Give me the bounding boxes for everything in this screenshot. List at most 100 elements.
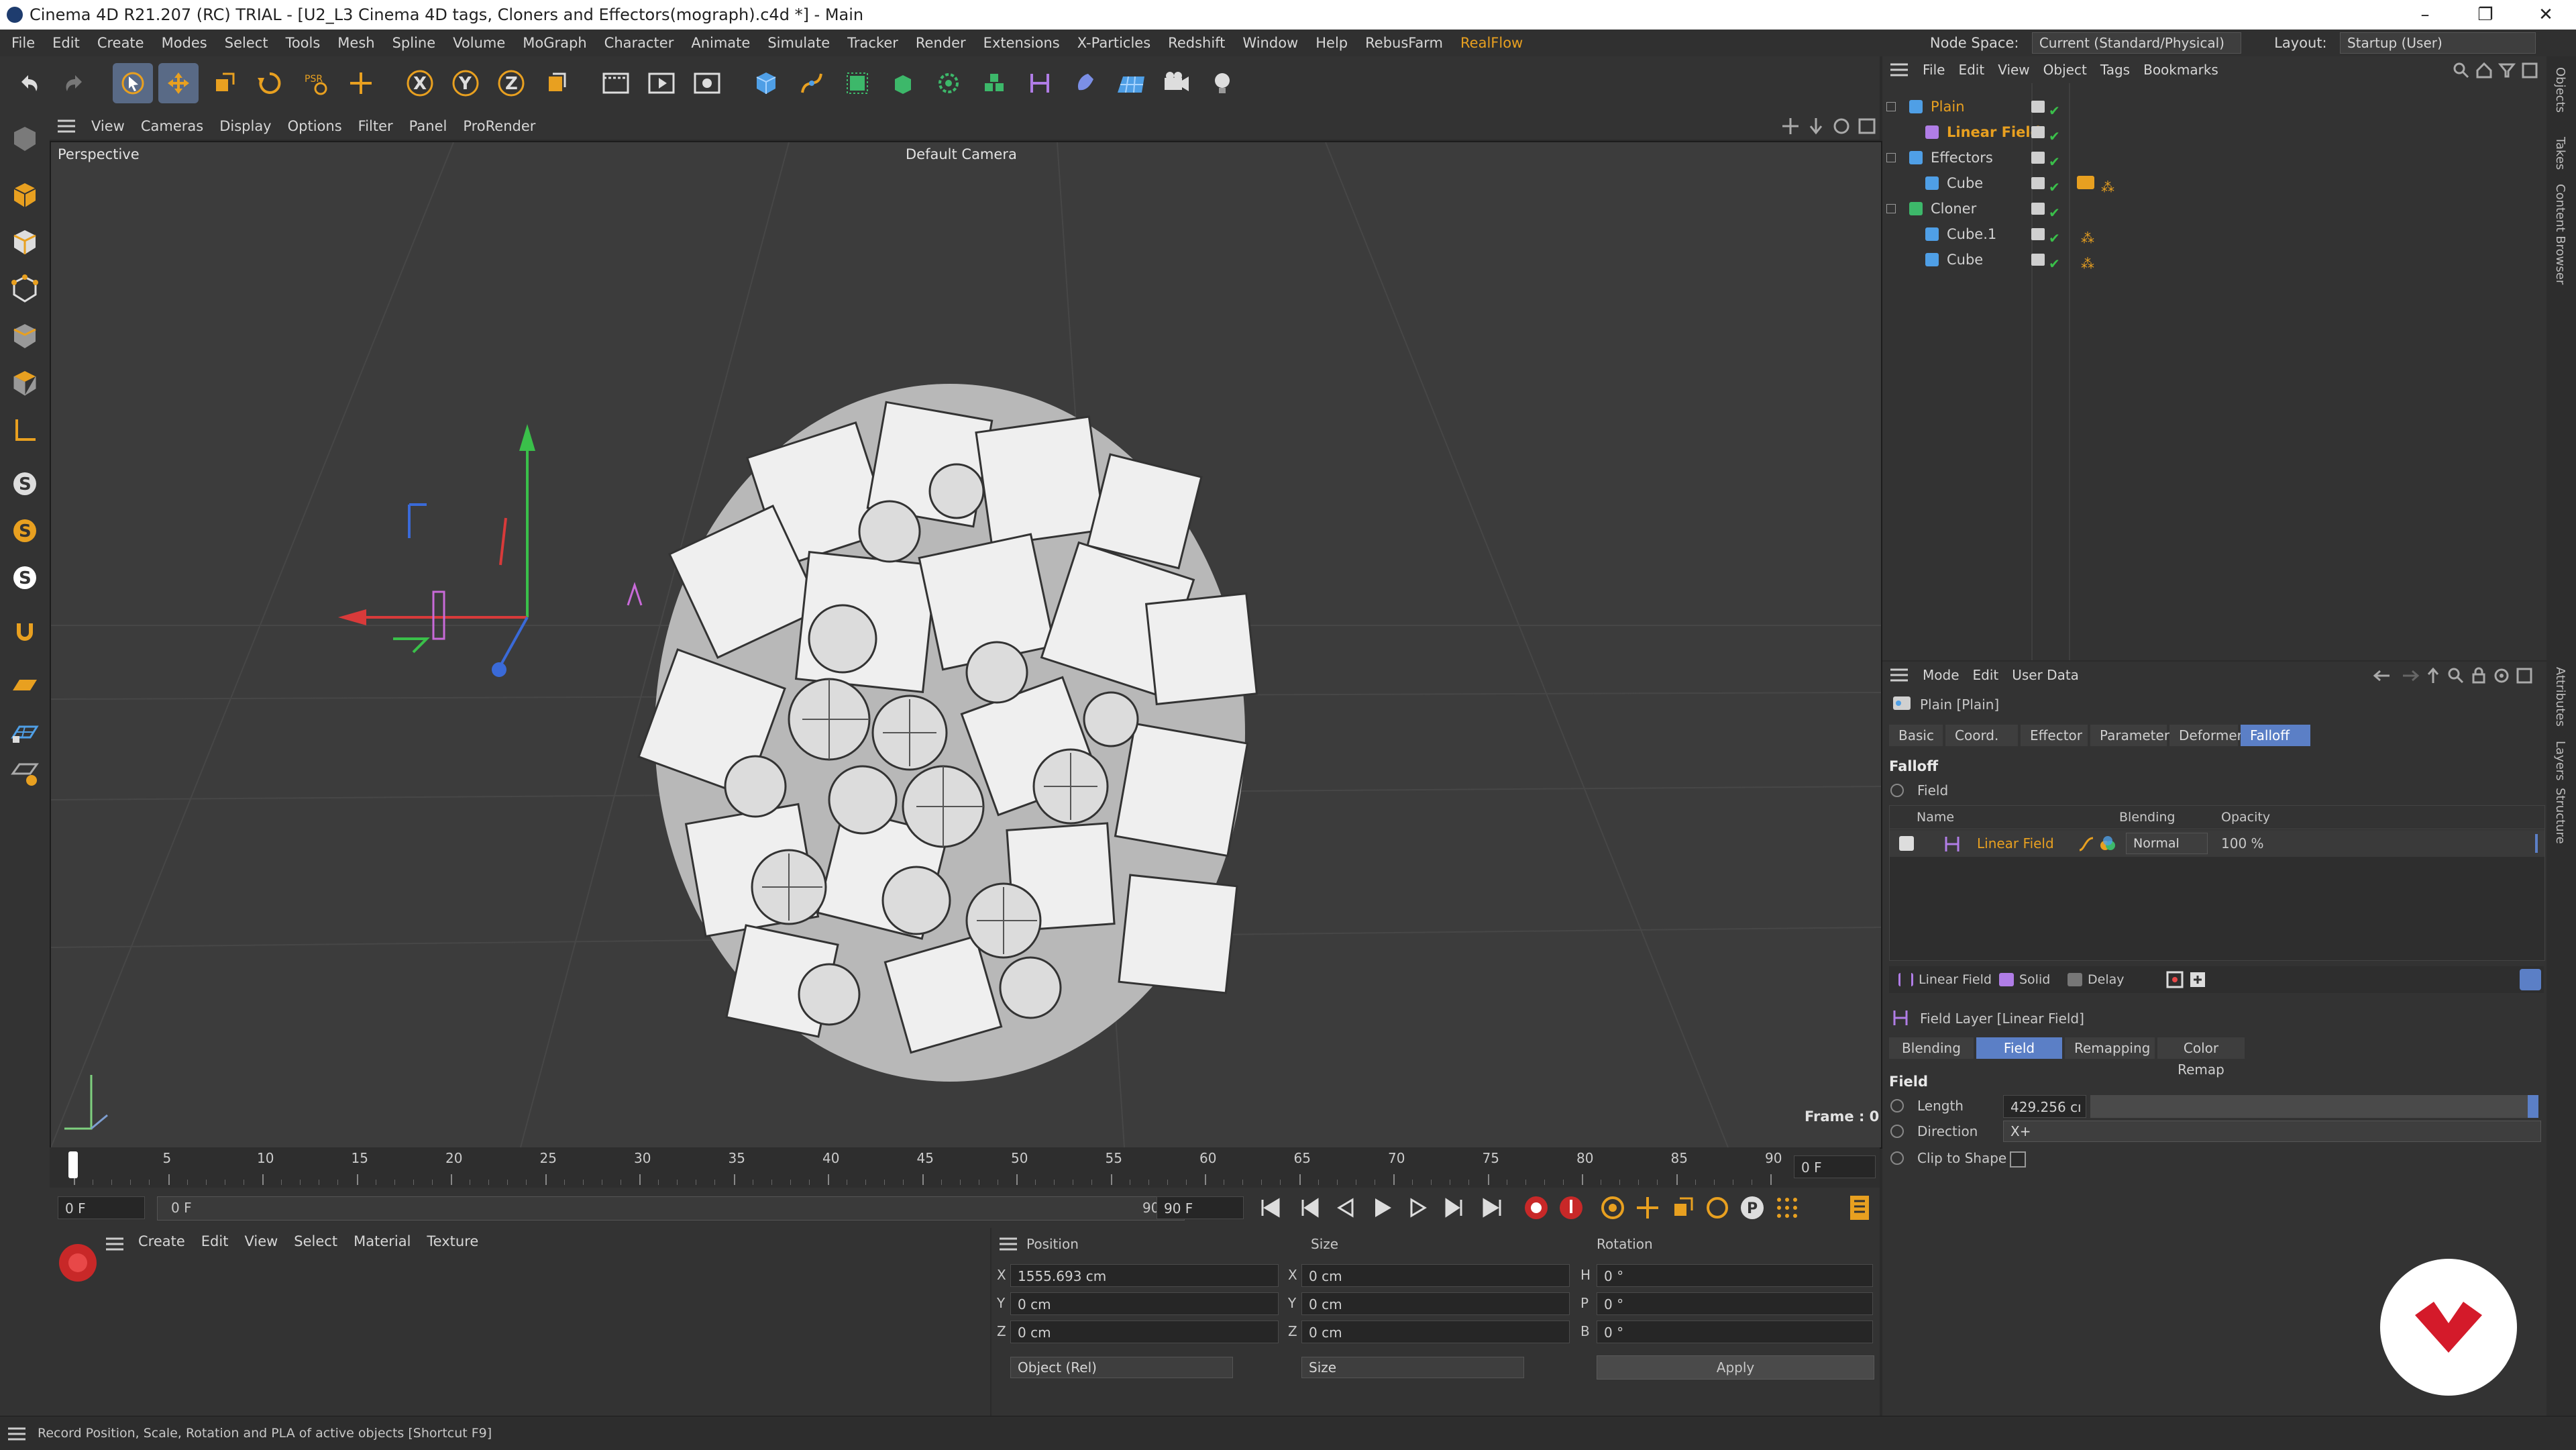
coords-hamburger-icon[interactable] xyxy=(998,1235,1018,1257)
menu-modes[interactable]: Modes xyxy=(153,30,216,56)
psr-tool-icon[interactable]: PSR xyxy=(295,63,335,103)
forward-arrow-icon[interactable] xyxy=(2400,667,2420,688)
light-icon[interactable] xyxy=(1202,63,1242,103)
layer-toggle-icon[interactable] xyxy=(2031,228,2045,240)
parameter-key-icon[interactable]: P xyxy=(1739,1194,1766,1225)
object-row[interactable]: Effectors ✔ xyxy=(1882,145,2546,170)
attributes-menu-mode[interactable]: Mode xyxy=(1916,662,1966,688)
mograph-icon[interactable] xyxy=(974,63,1014,103)
menu-spline[interactable]: Spline xyxy=(384,30,445,56)
tab-basic[interactable]: Basic xyxy=(1889,725,1943,746)
layer-toggle-icon[interactable] xyxy=(2031,152,2045,164)
field-list-options-icon[interactable] xyxy=(2520,969,2541,990)
viewport-camera[interactable]: Default Camera xyxy=(906,146,1017,162)
expand-toggle-icon[interactable] xyxy=(1886,102,1896,111)
attributes-menu-edit[interactable]: Edit xyxy=(1966,662,2006,688)
viewport-menu-view[interactable]: View xyxy=(83,113,133,140)
spline-pen-icon[interactable] xyxy=(792,63,832,103)
enabled-check-icon[interactable]: ✔ xyxy=(2049,251,2060,276)
attributes-hamburger-icon[interactable] xyxy=(1889,666,1909,688)
solo-mode-icon[interactable] xyxy=(5,753,44,792)
snap-icon[interactable]: S xyxy=(5,464,44,503)
x-axis-lock-icon[interactable]: X xyxy=(400,63,440,103)
opacity-slider[interactable] xyxy=(2535,834,2538,853)
menu-file[interactable]: File xyxy=(3,30,44,56)
field-linear-field-button[interactable]: Linear Field xyxy=(1896,969,1992,990)
undo-icon[interactable] xyxy=(9,63,50,103)
menu-realflow[interactable]: RealFlow xyxy=(1452,30,1532,56)
render-picture-viewer-icon[interactable] xyxy=(641,63,682,103)
attributes-search-icon[interactable] xyxy=(2447,667,2465,688)
perspective-viewport[interactable]: Perspective Default Camera Frame : 0 xyxy=(50,141,1882,1149)
node-space-select[interactable]: Current (Standard/Physical) xyxy=(2031,32,2241,54)
record-active-objects-icon[interactable] xyxy=(1523,1194,1550,1225)
size-mode-select[interactable]: Size xyxy=(1301,1357,1524,1378)
objects-new-window-icon[interactable] xyxy=(2521,62,2538,83)
layer-toggle-icon[interactable] xyxy=(2031,254,2045,266)
viewport-menu-display[interactable]: Display xyxy=(211,113,279,140)
objects-search-icon[interactable] xyxy=(2453,62,2470,83)
position-x-field[interactable]: 1555.693 cm xyxy=(1010,1264,1279,1287)
field-list[interactable]: Name Blending Opacity Linear Field Norma… xyxy=(1889,805,2545,961)
menu-render[interactable]: Render xyxy=(907,30,975,56)
magnet-icon[interactable] xyxy=(5,612,44,651)
phong-tag-icon[interactable]: ⁂ xyxy=(2081,251,2094,276)
direction-select[interactable]: X+ xyxy=(2003,1121,2541,1142)
back-arrow-icon[interactable] xyxy=(2372,667,2392,688)
length-slider[interactable] xyxy=(2090,1095,2538,1118)
texture-mode-icon[interactable] xyxy=(5,223,44,262)
menu-select[interactable]: Select xyxy=(216,30,277,56)
rotate-tool-icon[interactable] xyxy=(250,63,290,103)
preview-range-slider[interactable]: 0 F 90 F xyxy=(157,1196,1185,1221)
direction-animate-dot[interactable] xyxy=(1890,1125,1904,1141)
objects-menu-tags[interactable]: Tags xyxy=(2094,56,2137,83)
rotation-p-field[interactable]: 0 ° xyxy=(1597,1292,1873,1315)
layer-tab-color-remap[interactable]: Color Remap xyxy=(2157,1037,2245,1078)
size-x-field[interactable]: 0 cm xyxy=(1301,1264,1570,1287)
scale-key-icon[interactable] xyxy=(1669,1194,1696,1225)
menu-redshift[interactable]: Redshift xyxy=(1159,30,1234,56)
expand-toggle-icon[interactable] xyxy=(1886,153,1896,162)
field-animate-dot[interactable] xyxy=(1890,784,1904,800)
linear-field-icon[interactable] xyxy=(1020,63,1060,103)
goto-end-icon[interactable] xyxy=(1479,1194,1505,1225)
up-arrow-icon[interactable] xyxy=(2424,667,2442,688)
move-tool-icon[interactable] xyxy=(158,63,199,103)
tab-falloff[interactable]: Falloff xyxy=(2241,725,2310,746)
tab-parameter[interactable]: Parameter xyxy=(2090,725,2169,746)
move-gizmo[interactable] xyxy=(338,424,643,677)
layer-toggle-icon[interactable] xyxy=(2031,203,2045,215)
minimize-icon[interactable]: – xyxy=(2395,0,2455,30)
workplane-snap-icon[interactable]: S xyxy=(5,558,44,597)
current-frame-field[interactable]: 0 F xyxy=(1794,1155,1876,1178)
position-y-field[interactable]: 0 cm xyxy=(1010,1292,1279,1315)
live-selection-icon[interactable] xyxy=(341,63,381,103)
object-row[interactable]: Cube ✔ ⁂ xyxy=(1882,170,2546,196)
cloned-cubes-object[interactable] xyxy=(637,384,1258,1082)
material-menu-material[interactable]: Material xyxy=(345,1228,419,1255)
objects-home-icon[interactable] xyxy=(2475,62,2493,83)
scale-tool-icon[interactable] xyxy=(204,63,244,103)
object-row[interactable]: Cube.1 ✔ ⁂ xyxy=(1882,221,2546,247)
viewport-menu-panel[interactable]: Panel xyxy=(401,113,455,140)
cube-primitive-icon[interactable] xyxy=(746,63,786,103)
field-blending-select[interactable]: Normal xyxy=(2126,833,2208,854)
menu-mesh[interactable]: Mesh xyxy=(329,30,383,56)
objects-tab[interactable]: Objects xyxy=(2553,67,2567,113)
layout-select[interactable]: Startup (User) xyxy=(2340,32,2536,54)
menu-window[interactable]: Window xyxy=(1234,30,1307,56)
attributes-tab[interactable]: Attributes xyxy=(2553,667,2567,727)
y-axis-lock-icon[interactable]: Y xyxy=(445,63,486,103)
layer-toggle-icon[interactable] xyxy=(2031,126,2045,138)
layer-tab-field[interactable]: Field xyxy=(1976,1037,2062,1059)
viewport-menu-filter[interactable]: Filter xyxy=(350,113,401,140)
layer-toggle-icon[interactable] xyxy=(2031,177,2045,189)
material-menu-edit[interactable]: Edit xyxy=(193,1228,237,1255)
viewport-dolly-icon[interactable] xyxy=(1806,117,1826,139)
layer-tab-blending[interactable]: Blending xyxy=(1889,1037,1974,1059)
field-opacity-value[interactable]: 100 % xyxy=(2221,835,2264,851)
length-animate-dot[interactable] xyxy=(1890,1099,1904,1116)
settings-gear-icon[interactable] xyxy=(2493,667,2510,688)
objects-menu-view[interactable]: View xyxy=(1991,56,2036,83)
texture-tag-icon[interactable] xyxy=(2077,176,2094,189)
